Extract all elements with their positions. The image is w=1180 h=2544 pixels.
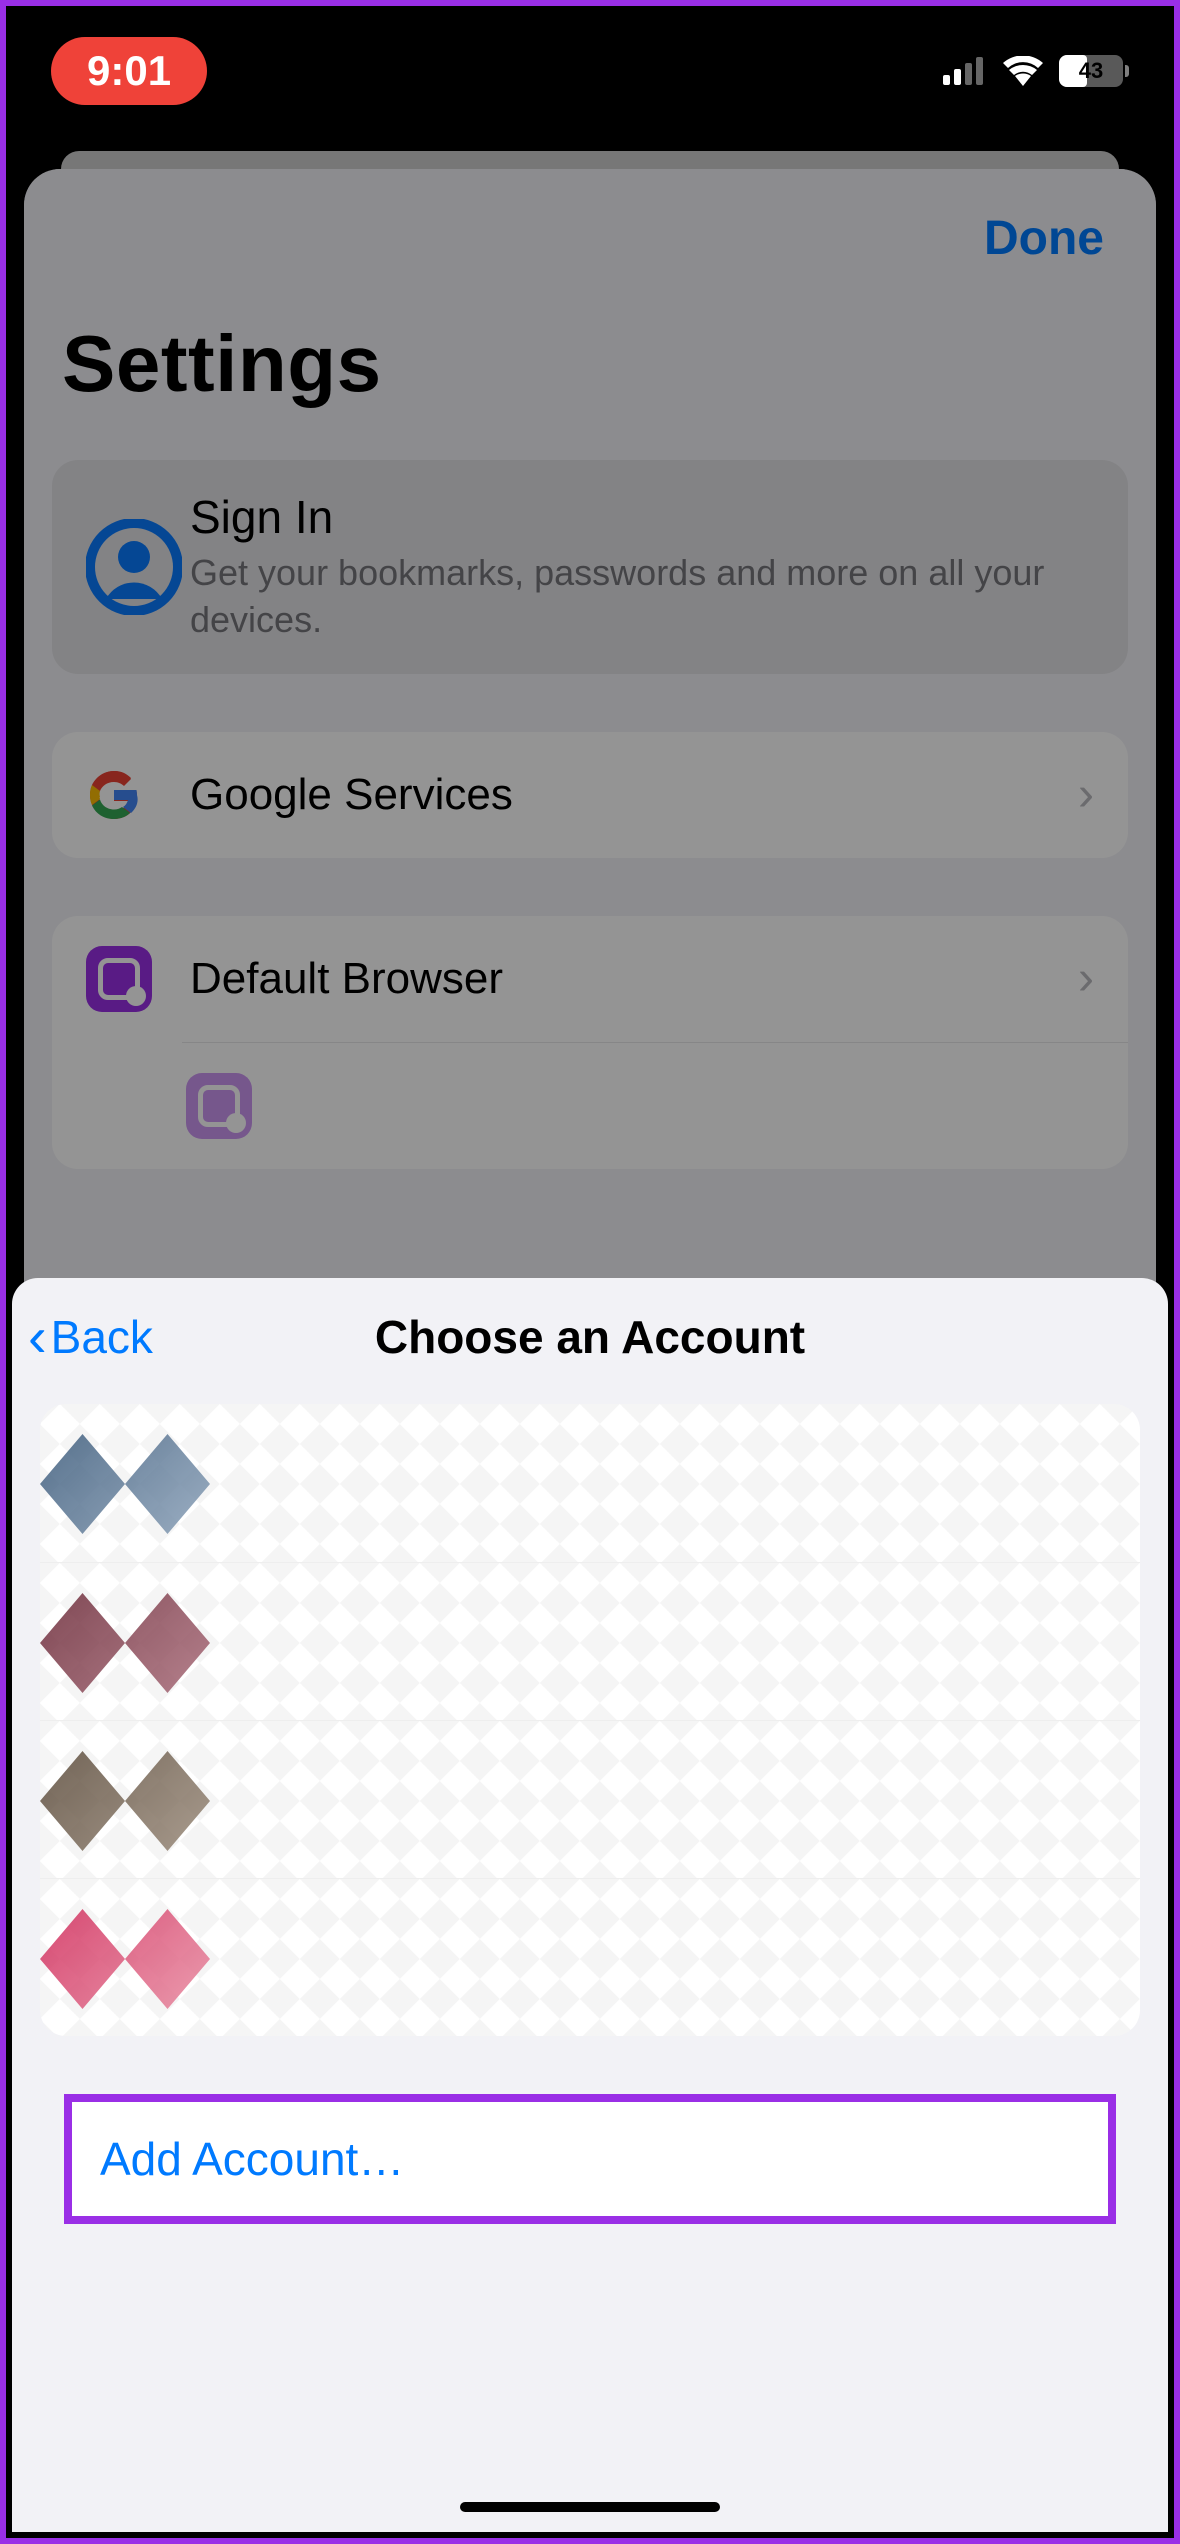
- battery-indicator: 43: [1059, 55, 1129, 87]
- recording-time-pill[interactable]: 9:01: [51, 37, 207, 105]
- account-row[interactable]: [40, 1878, 1140, 2036]
- done-button[interactable]: Done: [984, 211, 1104, 266]
- default-browser-icon: [86, 946, 152, 1012]
- status-time: 9:01: [87, 47, 171, 94]
- account-row[interactable]: [40, 1562, 1140, 1720]
- choose-account-sheet: ‹ Back Choose an Account: [12, 1278, 1168, 2532]
- google-services-label: Google Services: [190, 770, 1078, 820]
- home-indicator[interactable]: [460, 2502, 720, 2512]
- profile-icon: [86, 519, 190, 615]
- back-label: Back: [51, 1310, 153, 1364]
- browser-settings-card: Default Browser ›: [52, 916, 1128, 1169]
- account-row[interactable]: [40, 1404, 1140, 1562]
- google-icon: [86, 767, 190, 823]
- cellular-signal-icon: [943, 57, 987, 85]
- device-frame: 9:01 43: [0, 0, 1180, 2544]
- back-button[interactable]: ‹ Back: [28, 1309, 153, 1365]
- sign-in-card[interactable]: Sign In Get your bookmarks, passwords an…: [52, 460, 1128, 674]
- add-account-label: Add Account…: [100, 2132, 1080, 2186]
- add-account-button[interactable]: Add Account…: [64, 2094, 1116, 2224]
- chevron-right-icon: ›: [1078, 767, 1094, 822]
- default-browser-row[interactable]: Default Browser ›: [52, 916, 1128, 1042]
- google-services-card[interactable]: Google Services ›: [52, 732, 1128, 858]
- settings-row-icon: [186, 1073, 252, 1139]
- status-icons: 43: [943, 55, 1129, 87]
- chevron-left-icon: ‹: [28, 1309, 47, 1365]
- account-row[interactable]: [40, 1720, 1140, 1878]
- partial-row: [182, 1042, 1128, 1169]
- settings-title: Settings: [52, 266, 1128, 460]
- sign-in-subtitle: Get your bookmarks, passwords and more o…: [190, 550, 1094, 644]
- accounts-list: [40, 1404, 1140, 2036]
- status-bar: 9:01 43: [6, 6, 1174, 136]
- sheet-header: ‹ Back Choose an Account: [12, 1278, 1168, 1396]
- stacked-sheet-edge: [61, 151, 1119, 169]
- default-browser-label: Default Browser: [190, 954, 1078, 1004]
- wifi-icon: [1001, 56, 1045, 86]
- battery-percent: 43: [1079, 58, 1103, 84]
- sign-in-title: Sign In: [190, 490, 1094, 544]
- chevron-right-icon: ›: [1078, 951, 1094, 1006]
- sheet-title: Choose an Account: [375, 1310, 805, 1364]
